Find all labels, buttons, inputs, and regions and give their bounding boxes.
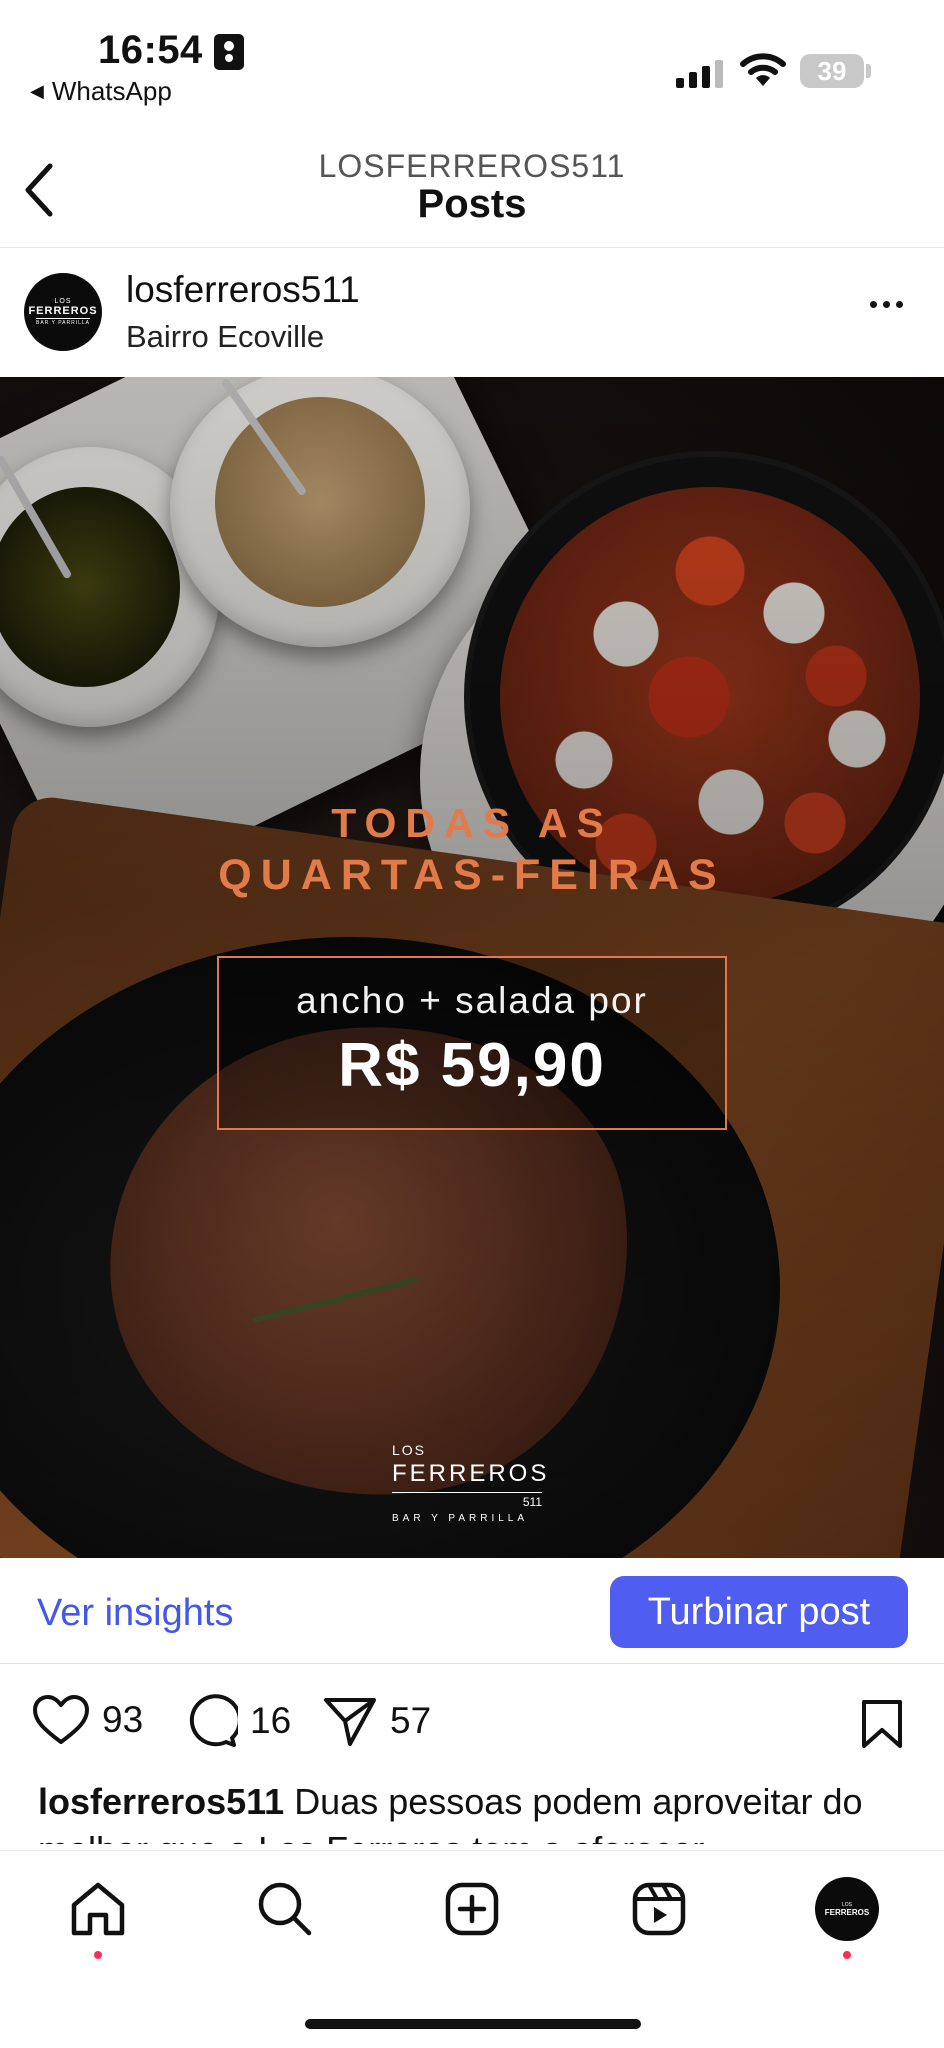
offer-text: ancho + salada por — [296, 980, 648, 1021]
comment-action[interactable]: 16 — [184, 1694, 291, 1748]
post-caption: losferreros511 Duas pessoas podem aprove… — [38, 1778, 918, 1844]
like-action[interactable]: 93 — [32, 1694, 143, 1746]
page-title: Posts — [417, 182, 527, 226]
battery-level: 39 — [817, 55, 847, 86]
caption-username[interactable]: losferreros511 — [38, 1781, 284, 1822]
wifi-icon — [740, 53, 786, 86]
search-icon — [258, 1882, 312, 1936]
home-icon — [71, 1882, 125, 1936]
price-box: ancho + salada por R$ 59,90 — [217, 956, 727, 1130]
avatar[interactable]: LOS FERREROS BAR Y PARRILLA — [24, 273, 102, 351]
back-triangle-icon: ◀ — [30, 81, 44, 101]
heart-icon — [33, 1695, 89, 1744]
logo-top: LOS — [392, 1442, 427, 1458]
profile-notification-dot — [843, 1951, 851, 1959]
insights-bar: Ver insights Turbinar post — [0, 1558, 944, 1664]
avatar-logo-name: FERREROS — [28, 305, 98, 317]
promo-headline-2: QUARTAS-FEIRAS — [218, 851, 726, 899]
post-image[interactable]: TODAS AS QUARTAS-FEIRAS ancho + salada p… — [0, 377, 944, 1558]
share-action[interactable]: 57 — [322, 1694, 431, 1748]
view-insights-link[interactable]: Ver insights — [37, 1592, 233, 1635]
bookmark-icon[interactable] — [860, 1698, 904, 1750]
reels-tab[interactable] — [627, 1877, 691, 1941]
battery-icon: 39 — [800, 54, 864, 88]
price-text: R$ 59,90 — [338, 1031, 606, 1100]
posts-header: LOSFERREROS511 Posts — [0, 130, 944, 248]
contact-badge-icon — [214, 34, 244, 70]
reels-icon — [632, 1882, 686, 1936]
shares-count: 57 — [390, 1700, 432, 1741]
comment-icon — [189, 1694, 238, 1747]
profile-logo-name: FERREROS — [824, 1907, 870, 1917]
comments-count: 16 — [250, 1700, 292, 1741]
post-header: LOS FERREROS BAR Y PARRILLA losferreros5… — [0, 249, 944, 377]
status-bar: 16:54 ◀ WhatsApp 39 — [0, 0, 944, 120]
brand-logo: LOS FERREROS 511 BAR Y PARRILLA — [392, 1442, 552, 1524]
avatar-logo-top: LOS — [54, 298, 72, 305]
more-options-icon[interactable] — [870, 301, 903, 308]
home-tab[interactable] — [66, 1877, 130, 1941]
profile-tab[interactable]: LOS FERREROS — [815, 1877, 879, 1941]
account-name: LOSFERREROS511 — [318, 148, 626, 184]
cellular-signal-icon — [676, 56, 724, 88]
post-username[interactable]: losferreros511 — [126, 269, 360, 311]
home-notification-dot — [94, 1951, 102, 1959]
back-app-label: WhatsApp — [51, 76, 172, 106]
status-time: 16:54 — [98, 28, 203, 72]
post-actions: 93 16 57 — [0, 1684, 944, 1764]
logo-name: FERREROS — [392, 1460, 550, 1487]
likes-count: 93 — [102, 1699, 144, 1740]
battery-cap — [866, 64, 871, 78]
bottom-tab-bar: LOS FERREROS — [0, 1850, 944, 2048]
logo-number: 511 — [392, 1492, 542, 1509]
boost-post-button[interactable]: Turbinar post — [610, 1576, 908, 1648]
create-tab[interactable] — [440, 1877, 504, 1941]
avatar-logo-sub: BAR Y PARRILLA — [35, 318, 91, 326]
profile-avatar: LOS FERREROS — [815, 1877, 879, 1941]
create-icon — [445, 1882, 499, 1936]
promo-headline-1: TODAS AS — [331, 800, 613, 846]
home-indicator — [305, 2019, 641, 2029]
logo-sub: BAR Y PARRILLA — [392, 1513, 529, 1524]
post-location[interactable]: Bairro Ecoville — [126, 319, 324, 355]
back-to-app-link[interactable]: ◀ WhatsApp — [30, 76, 172, 107]
search-tab[interactable] — [253, 1877, 317, 1941]
send-icon — [324, 1698, 376, 1746]
